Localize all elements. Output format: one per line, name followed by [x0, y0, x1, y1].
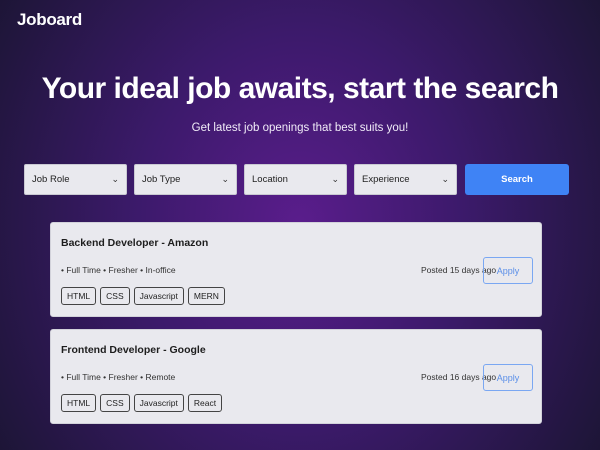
job-card: Backend Developer - Amazon • Full Time •…: [50, 222, 542, 317]
job-role-select[interactable]: Job Role ⌄: [24, 164, 127, 195]
skill-tag: HTML: [61, 287, 97, 305]
experience-select[interactable]: Experience ⌄: [354, 164, 457, 195]
job-title: Frontend Developer - Google: [61, 344, 206, 356]
location-select[interactable]: Location ⌄: [244, 164, 347, 195]
brand-logo[interactable]: Joboard: [17, 10, 82, 30]
hero-subtitle: Get latest job openings that best suits …: [191, 122, 409, 134]
skill-tag: React: [187, 394, 223, 412]
skill-tag: Javascript: [133, 287, 184, 305]
job-tags: HTML CSS Javascript MERN: [61, 287, 225, 305]
skill-tag: CSS: [100, 394, 130, 412]
job-tags: HTML CSS Javascript React: [61, 394, 223, 412]
search-filters: Job Role ⌄ Job Type ⌄ Location ⌄ Experie…: [24, 164, 569, 195]
chevron-down-icon: ⌄: [331, 174, 339, 184]
location-select-label: Location: [252, 174, 288, 185]
apply-button[interactable]: Apply: [483, 364, 533, 391]
chevron-down-icon: ⌄: [111, 174, 119, 184]
job-title: Backend Developer - Amazon: [61, 237, 209, 249]
apply-button[interactable]: Apply: [483, 257, 533, 284]
job-meta: • Full Time • Fresher • In-office: [61, 265, 176, 275]
chevron-down-icon: ⌄: [221, 174, 229, 184]
hero-title: Your ideal job awaits, start the search: [41, 72, 559, 105]
skill-tag: HTML: [61, 394, 97, 412]
job-type-select-label: Job Type: [142, 174, 181, 185]
job-type-select[interactable]: Job Type ⌄: [134, 164, 237, 195]
chevron-down-icon: ⌄: [441, 174, 449, 184]
skill-tag: Javascript: [133, 394, 184, 412]
search-button[interactable]: Search: [465, 164, 569, 195]
job-card: Frontend Developer - Google • Full Time …: [50, 329, 542, 424]
job-role-select-label: Job Role: [32, 174, 70, 185]
job-meta: • Full Time • Fresher • Remote: [61, 372, 176, 382]
experience-select-label: Experience: [362, 174, 410, 185]
skill-tag: CSS: [100, 287, 130, 305]
skill-tag: MERN: [187, 287, 225, 305]
